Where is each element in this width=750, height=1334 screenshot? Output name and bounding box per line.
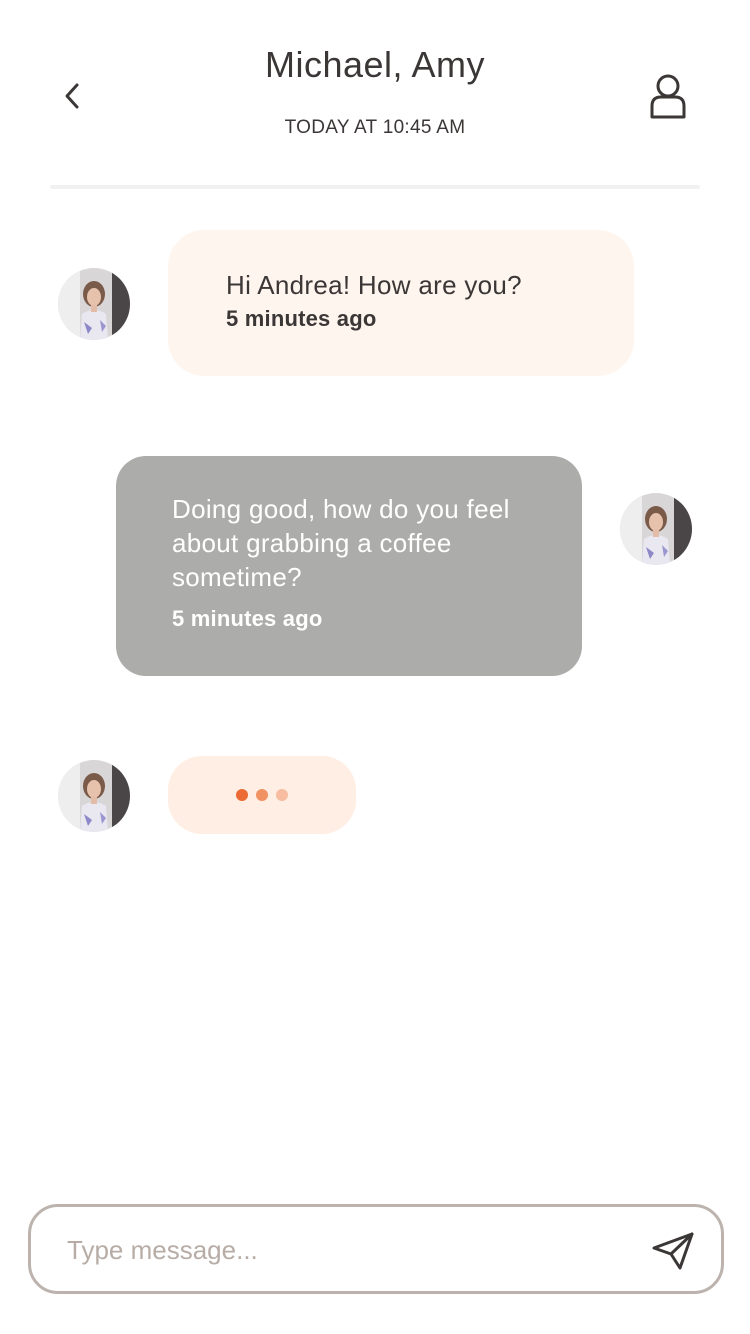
message-time: 5 minutes ago [172, 606, 323, 631]
chat-header: Michael, Amy TODAY AT 10:45 AM [0, 0, 750, 190]
message-composer [28, 1204, 724, 1294]
avatar[interactable] [620, 493, 692, 565]
avatar-photo [58, 268, 130, 340]
typing-dot [276, 789, 288, 801]
avatar[interactable] [58, 760, 130, 832]
chat-title: Michael, Amy [264, 44, 486, 85]
typing-dot [236, 789, 248, 801]
user-icon [650, 74, 686, 119]
avatar-photo [58, 760, 130, 832]
avatar[interactable] [58, 268, 130, 340]
send-icon [652, 1232, 694, 1270]
send-button[interactable] [647, 1225, 699, 1277]
chat-timestamp: TODAY AT 10:45 AM [284, 117, 466, 138]
message-bubble-outgoing: Doing good, how do you feel about grabbi… [116, 456, 582, 676]
message-text: Doing good, how do you feel about grabbi… [172, 494, 510, 592]
typing-indicator [168, 756, 356, 834]
avatar-photo [620, 493, 692, 565]
typing-dot [256, 789, 268, 801]
message-input[interactable] [67, 1225, 627, 1275]
message-text: Hi Andrea! How are you? [226, 270, 522, 300]
header-divider [50, 185, 700, 189]
profile-button[interactable] [644, 72, 692, 120]
message-bubble-incoming: Hi Andrea! How are you? 5 minutes ago [168, 230, 634, 376]
message-time: 5 minutes ago [226, 306, 377, 331]
